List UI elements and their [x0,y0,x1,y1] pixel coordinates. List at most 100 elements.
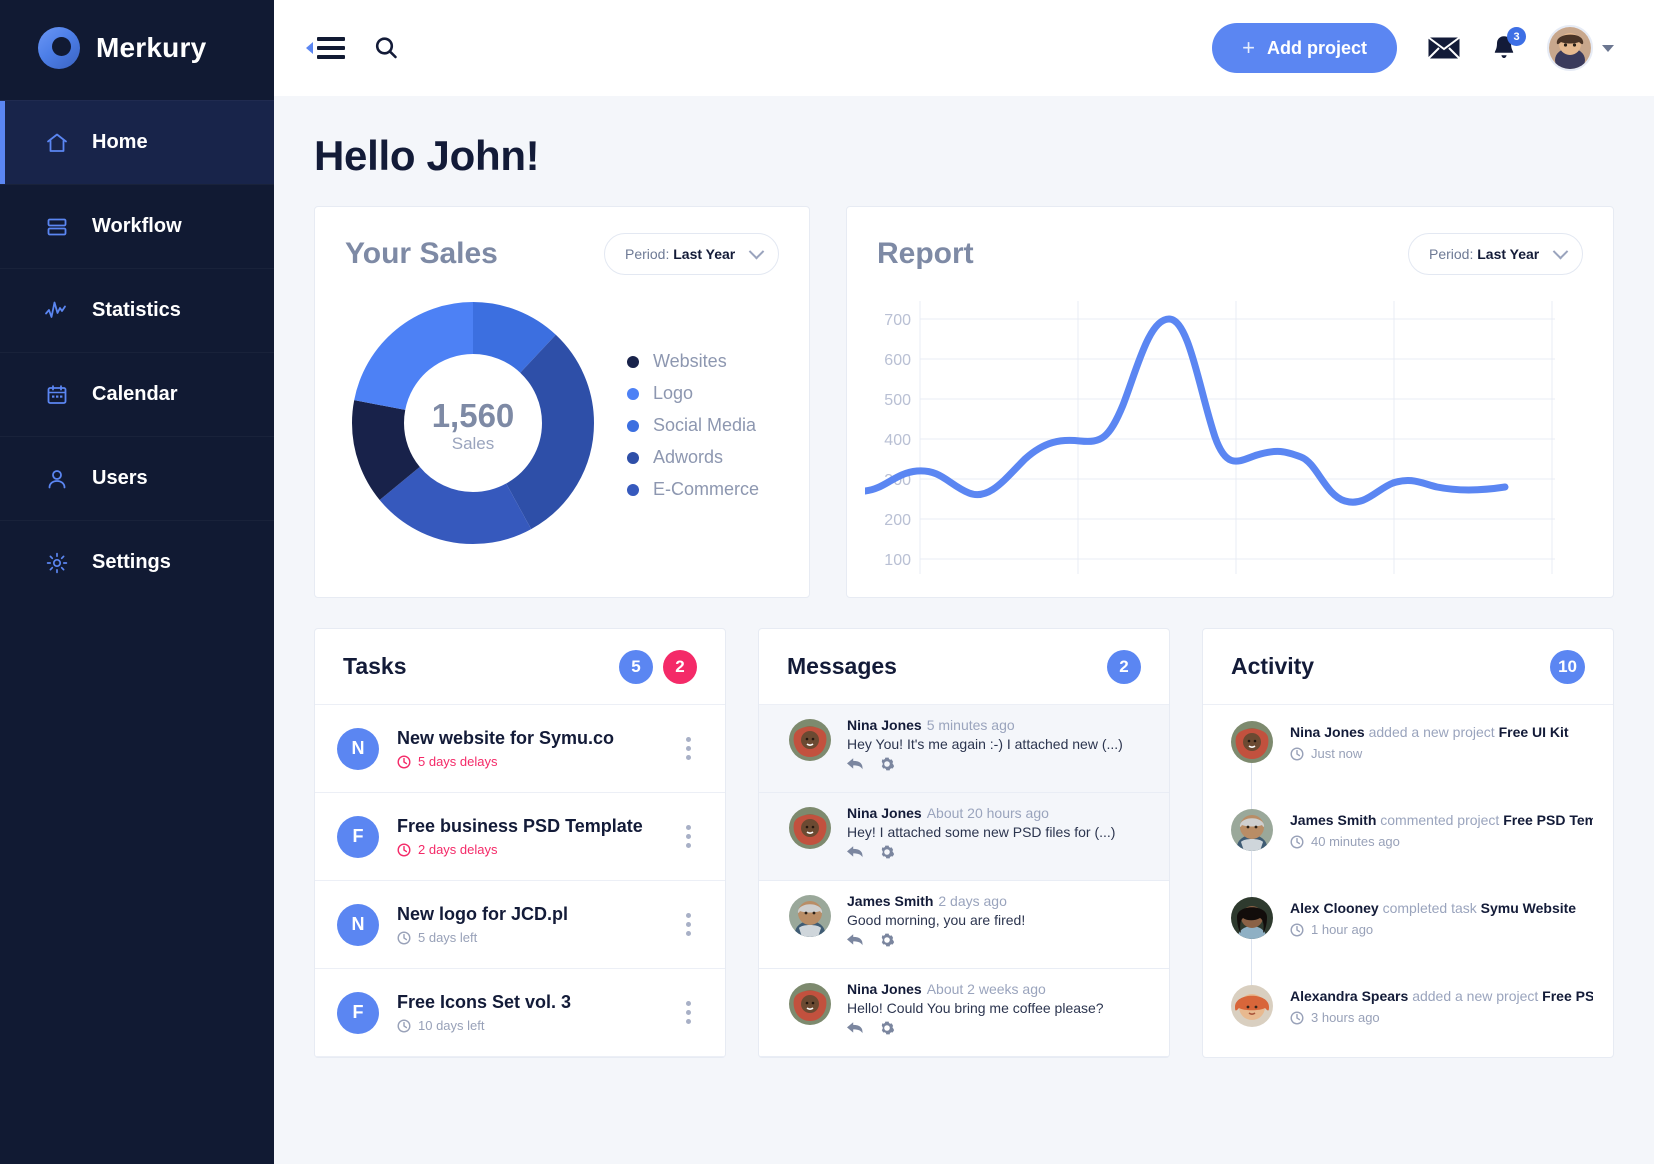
sidebar-item-statistics[interactable]: Statistics [0,268,274,352]
task-meta-text: 5 days delays [418,754,498,769]
message-content: James Smith 2 days ago Good morning, you … [847,893,1143,968]
gear-icon[interactable] [879,1020,895,1036]
donut-chart: 1,560 Sales [343,293,603,558]
activity-row[interactable]: Alex Clooney completed task Symu Website… [1203,885,1613,1023]
gear-icon[interactable] [879,932,895,948]
reply-icon[interactable] [847,933,864,948]
legend-item[interactable]: Logo [627,383,759,404]
task-content: Free business PSD Template 2 days delays [397,816,660,857]
page-title: Hello John! [314,132,540,179]
message-row[interactable]: Nina Jones About 20 hours ago Hey! I atta… [759,793,1169,881]
activity-header: Activity 10 [1203,629,1613,705]
avatar [1547,25,1593,71]
activity-time-text: 3 hours ago [1311,1010,1380,1025]
messages-header: Messages 2 [759,629,1169,705]
sidebar-item-settings[interactable]: Settings [0,520,274,604]
activity-action: completed task [1382,900,1477,916]
tasks-badge-overdue: 2 [663,649,697,684]
message-time: 2 days ago [938,893,1007,909]
sidebar-item-label: Statistics [92,299,181,321]
mail-icon[interactable] [1427,35,1461,61]
plus-icon: + [1242,35,1255,60]
task-title: Free business PSD Template [397,816,643,836]
sales-legend: Websites Logo Social Media Adwords E-Com… [627,351,759,500]
bell-icon[interactable]: 3 [1491,27,1526,62]
svg-text:700: 700 [884,312,911,329]
task-meta: 10 days left [397,1018,660,1033]
more-vertical-icon[interactable] [678,821,699,852]
sales-card: Your Sales Period: Last Year 1,560 Sales… [314,206,810,598]
sidebar-item-home[interactable]: Home [0,100,274,184]
message-actions [847,844,1143,860]
clock-icon [1290,922,1304,937]
brand[interactable]: Merkury [0,0,274,96]
reply-icon[interactable] [847,757,864,772]
activity-user: Alex Clooney [1290,900,1379,916]
task-row[interactable]: F Free business PSD Template 2 days dela… [315,793,725,881]
activity-row[interactable]: James Smith commented project Free PSD T… [1203,797,1613,935]
message-row[interactable]: James Smith 2 days ago Good morning, you … [759,881,1169,969]
sales-period-select[interactable]: Period: Last Year [604,233,779,275]
activity-text: James Smith commented project Free PSD T… [1290,812,1593,828]
task-meta-text: 5 days left [418,930,478,945]
topbar: + Add project 3 [274,0,1654,96]
reply-icon[interactable] [847,1021,864,1036]
user-menu[interactable] [1547,25,1614,71]
clock-icon [397,842,411,857]
sidebar-nav: Home Workflow Statistics Calendar Users … [0,100,274,604]
users-icon [44,466,70,492]
activity-time-text: 1 hour ago [1311,922,1374,937]
activity-row[interactable]: Nina Jones added a new project Free UI K… [1203,709,1613,847]
sidebar: Merkury Home Workflow Statistics Calenda… [0,0,274,1164]
gear-icon[interactable] [879,756,895,772]
activity-row[interactable]: Alexandra Spears added a new project Fre… [1203,973,1613,1057]
sales-period-text: Period: Last Year [625,246,736,262]
task-row[interactable]: N New logo for JCD.pl 5 days left [315,881,725,969]
more-vertical-icon[interactable] [678,733,699,764]
message-row[interactable]: Nina Jones 5 minutes ago Hey You! It's me… [759,705,1169,793]
sidebar-item-users[interactable]: Users [0,436,274,520]
task-row[interactable]: F Free Icons Set vol. 3 10 days left [315,969,725,1057]
activity-time: Just now [1290,746,1593,761]
task-row[interactable]: N New website for Symu.co 5 days delays [315,705,725,793]
workflow-icon [44,214,70,240]
sidebar-item-calendar[interactable]: Calendar [0,352,274,436]
message-time: 5 minutes ago [926,717,1015,733]
chart-line-path [861,315,1509,506]
message-head: James Smith 2 days ago [847,893,1143,909]
message-time: About 20 hours ago [926,805,1049,821]
more-vertical-icon[interactable] [678,909,699,940]
more-vertical-icon[interactable] [678,997,699,1028]
menu-bars-icon [317,37,345,59]
message-actions [847,756,1143,772]
sidebar-item-label: Calendar [92,383,178,405]
legend-item[interactable]: Social Media [627,415,759,436]
tasks-card: Tasks 5 2 N New website for Symu.co 5 da… [314,628,726,1058]
sidebar-item-workflow[interactable]: Workflow [0,184,274,268]
message-row[interactable]: Nina Jones About 2 weeks ago Hello! Could… [759,969,1169,1057]
task-avatar: F [337,991,379,1034]
legend-dot [627,451,639,464]
legend-label: Logo [653,383,694,403]
activity-time-text: 40 minutes ago [1311,834,1400,849]
activity-action: commented project [1380,812,1500,828]
message-text: Good morning, you are fired! [847,912,1026,928]
hamburger-collapse-icon[interactable] [306,37,345,59]
task-content: Free Icons Set vol. 3 10 days left [397,992,660,1033]
legend-item[interactable]: E-Commerce [627,479,759,500]
add-project-label: Add project [1266,37,1367,58]
report-period-select[interactable]: Period: Last Year [1408,233,1583,275]
james-avatar [1231,809,1273,851]
chevron-down-icon [1602,44,1614,52]
nina-avatar [789,719,831,761]
sales-title: Your Sales [345,237,498,270]
message-sender: James Smith [847,893,934,909]
gear-icon[interactable] [879,844,895,860]
legend-item[interactable]: Adwords [627,447,759,468]
reply-icon[interactable] [847,845,864,860]
statistics-icon [44,298,70,324]
message-content: Nina Jones About 2 weeks ago Hello! Could… [847,981,1143,1056]
search-icon[interactable] [373,35,400,62]
legend-item[interactable]: Websites [627,351,759,372]
add-project-button[interactable]: + Add project [1212,23,1397,73]
